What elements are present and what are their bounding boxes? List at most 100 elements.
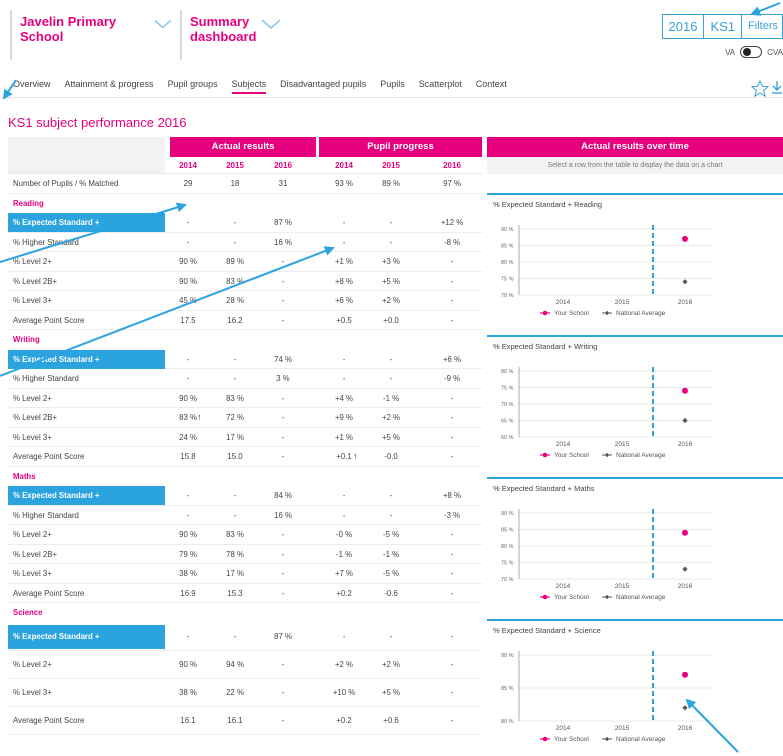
tab-pupils[interactable]: Pupils <box>380 79 405 94</box>
row-label[interactable]: % Higher Standard <box>13 233 163 252</box>
year-button[interactable]: 2016 <box>661 14 705 39</box>
row-label[interactable]: Average Point Score <box>13 447 163 466</box>
row-label[interactable]: % Level 2+ <box>13 252 163 271</box>
table-cell: +3 % <box>382 257 400 266</box>
dashboard-selector[interactable]: Summary dashboard <box>180 10 290 60</box>
row-label[interactable]: % Level 3+ <box>13 679 163 706</box>
table-row[interactable]: % Expected Standard + - - 87 % - - - <box>8 623 482 651</box>
legend-national-marker <box>604 736 610 742</box>
x-tick-label: 2016 <box>678 441 693 448</box>
table-row[interactable]: % Higher Standard - - 16 % - - -3 % <box>8 506 482 525</box>
row-label[interactable]: % Higher Standard <box>13 506 163 525</box>
table-cell: 90 % <box>179 257 197 266</box>
table-body: Number of Pupils / % Matched 29 18 31 93 % 89… <box>8 174 482 735</box>
table-row[interactable]: % Expected Standard + - - 74 % - - +6 % <box>8 349 482 369</box>
row-label[interactable]: % Expected Standard + <box>8 624 165 649</box>
table-row[interactable]: % Level 3+ 24 % 17 % - +1 % +5 % - <box>8 428 482 447</box>
table-row[interactable]: % Higher Standard - - 3 % - - -9 % <box>8 369 482 389</box>
row-label[interactable]: % Expected Standard + <box>8 486 165 505</box>
legend-national-marker <box>604 594 610 600</box>
table-row[interactable]: Average Point Score 15.8 15.0 - +0.1 -0.0 - ↑ <box>8 447 482 467</box>
row-label[interactable]: % Level 2B+ <box>13 545 163 564</box>
legend-national-label: National Average <box>616 594 666 601</box>
row-label[interactable]: % Level 3+ <box>13 291 163 310</box>
table-row[interactable]: % Level 3+ 38 % 17 % - +7 % -5 % - <box>8 564 482 584</box>
table-cell: 24 % <box>179 432 197 442</box>
row-label[interactable]: % Level 2+ <box>13 525 163 544</box>
table-cell: 74 % <box>274 354 292 364</box>
table-cell: - <box>450 530 454 539</box>
table-row[interactable]: % Expected Standard + - - 87 % - - +12 % <box>8 213 482 233</box>
tab-subjects[interactable]: Subjects <box>231 79 267 94</box>
table-cell: - <box>186 491 190 500</box>
table-row[interactable]: % Level 2B+ 83 % 72 % - +9 % +2 % - ↑ <box>8 408 482 428</box>
chevron-down-icon[interactable] <box>260 13 282 35</box>
tab-disadvantaged-pupils[interactable]: Disadvantaged pupils <box>280 79 366 94</box>
chart-panel: % Expected Standard + Writing 80 % 75 % 70 … <box>487 335 783 475</box>
va-cva-toggle[interactable]: VA CVA <box>725 46 783 58</box>
row-label[interactable]: Average Point Score <box>13 311 163 330</box>
school-selector[interactable]: Javelin Primary School <box>10 10 172 60</box>
table-row[interactable]: % Level 2B+ 90 % 83 % - +8 % +5 % - <box>8 272 482 291</box>
table-cell: 83 % <box>226 276 244 286</box>
y-tick-label: 75 % <box>501 561 514 567</box>
table-row[interactable]: Number of Pupils / % Matched 29 18 31 93 % 89… <box>8 174 482 194</box>
row-label[interactable]: Number of Pupils / % Matched <box>13 174 163 193</box>
table-row[interactable]: % Level 2+ 90 % 83 % - +4 % -1 % - <box>8 389 482 408</box>
row-label[interactable]: % Level 3+ <box>13 564 163 583</box>
arrow-up-icon: ↑ <box>197 412 202 422</box>
chevron-down-icon[interactable] <box>153 13 172 35</box>
table-cell: 79 % <box>179 549 197 559</box>
table-row[interactable]: % Level 2+ 90 % 83 % - -0 % -5 % - <box>8 525 482 545</box>
table-row[interactable]: % Level 2+ 90 % 94 % - +2 % +2 % - <box>8 651 482 679</box>
over-time-header: Actual results over time <box>487 137 783 157</box>
table-row[interactable]: % Level 3+ 45 % 28 % - +6 % +2 % - <box>8 291 482 311</box>
section-title: Maths <box>13 471 36 481</box>
table-row[interactable]: Average Point Score 17.5 16.2 - +0.5 +0.0 - <box>8 311 482 330</box>
subject-table: Actual results Pupil progress 2014 2015 20… <box>8 137 482 735</box>
row-label[interactable]: % Higher Standard <box>13 369 163 388</box>
section-row: Maths <box>8 467 482 487</box>
download-icon[interactable] <box>771 80 783 94</box>
tab-scatterplot[interactable]: Scatterplot <box>419 79 462 94</box>
table-row[interactable]: Average Point Score 16.9 15.3 - +0.2 -0.6 - <box>8 584 482 603</box>
table-row[interactable]: % Level 3+ 38 % 22 % - +10 % +5 % - <box>8 679 482 707</box>
row-label[interactable]: % Level 2B+ <box>13 272 163 291</box>
row-label[interactable]: Average Point Score <box>13 707 163 734</box>
tab-overview[interactable]: Overview <box>13 79 51 94</box>
top-controls: 2016 KS1 Filters <box>661 14 783 39</box>
year-header: 2015 <box>226 161 244 170</box>
table-cell: +0.2 <box>336 715 352 725</box>
table-row[interactable]: % Level 2B+ 79 % 78 % - -1 % -1 % - <box>8 545 482 564</box>
row-label[interactable]: % Level 3+ <box>13 428 163 447</box>
dashboard-name: Summary dashboard <box>190 14 257 44</box>
chart-svg: 80 % 75 % 70 % 65 % 60 % 2014 2015 2016 Your Sch… <box>501 367 713 459</box>
tab-pupil-groups[interactable]: Pupil groups <box>168 79 218 94</box>
filters-button[interactable]: Filters <box>741 14 783 39</box>
row-label[interactable]: % Level 2+ <box>13 651 163 678</box>
star-icon[interactable] <box>751 80 769 98</box>
table-cell: 16.2 <box>227 315 243 325</box>
table-row[interactable]: % Higher Standard - - 16 % - - -8 % <box>8 233 482 252</box>
table-row[interactable]: Average Point Score 16.1 16.1 - +0.2 +0.6 - <box>8 707 482 735</box>
table-cell: - <box>389 491 393 500</box>
table-cell: - <box>342 491 346 500</box>
national-average-point <box>682 705 688 711</box>
keystage-button[interactable]: KS1 <box>703 14 743 39</box>
table-cell: +0.1 <box>336 452 352 461</box>
y-tick-label: 80 % <box>501 260 514 266</box>
tab-attainment-progress[interactable]: Attainment & progress <box>65 79 154 94</box>
table-cell: - <box>281 413 285 422</box>
row-label[interactable]: % Level 2+ <box>13 389 163 408</box>
table-row[interactable]: % Level 2+ 90 % 89 % - +1 % +3 % - <box>8 252 482 272</box>
table-row[interactable]: % Expected Standard + - - 84 % - - +8 % <box>8 486 482 506</box>
table-cell: - <box>342 510 346 520</box>
tab-context[interactable]: Context <box>476 79 507 94</box>
toggle-switch[interactable] <box>740 46 763 58</box>
row-label[interactable]: % Level 2B+ <box>13 408 163 427</box>
row-label[interactable]: % Expected Standard + <box>8 213 165 232</box>
table-cell: +5 % <box>382 687 400 697</box>
table-cell: 83 % <box>179 413 197 422</box>
row-label[interactable]: % Expected Standard + <box>8 349 165 369</box>
row-label[interactable]: Average Point Score <box>13 584 163 603</box>
